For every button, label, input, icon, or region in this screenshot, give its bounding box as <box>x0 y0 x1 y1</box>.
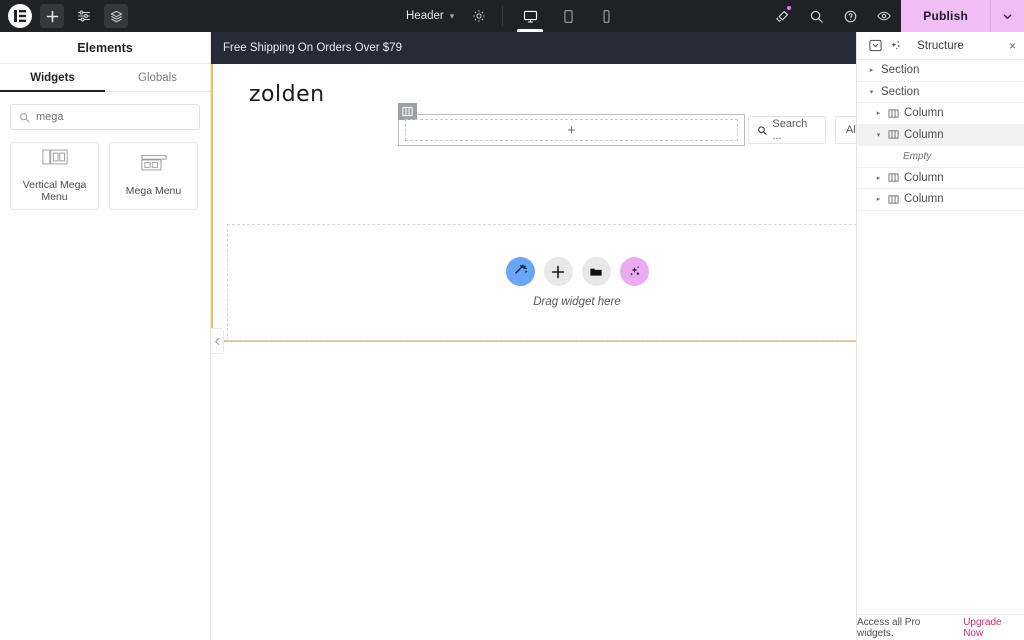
top-toolbar: Header ▾ Publish <box>0 0 1024 32</box>
widget-results: Vertical Mega Menu Mega Menu <box>0 130 210 210</box>
elements-panel: Elements Widgets Globals mega Vertical M… <box>0 32 211 640</box>
panel-collapse-chevron-left-icon[interactable] <box>211 328 224 354</box>
site-search-placeholder: Search ... <box>772 118 808 142</box>
tree-row-column-selected[interactable]: ▾ Column <box>857 124 1024 146</box>
widget-dropzone[interactable]: Drag widget here <box>227 224 927 341</box>
site-logo[interactable]: zolden <box>249 82 325 107</box>
publish-options-chevron-down-icon[interactable] <box>990 0 1024 32</box>
widget-card-vertical-mega-menu[interactable]: Vertical Mega Menu <box>10 142 99 210</box>
structure-panel-header: Structure × <box>857 32 1024 60</box>
search-input[interactable]: mega <box>10 104 200 130</box>
tree-row-label: Section <box>881 64 920 77</box>
chevron-right-icon[interactable]: ▸ <box>874 195 883 203</box>
chevron-down-icon[interactable]: ▾ <box>874 131 883 139</box>
column-icon[interactable] <box>398 103 417 120</box>
widget-card-label: Mega Menu <box>125 185 182 198</box>
notification-badge <box>786 5 793 11</box>
vertical-mega-menu-icon <box>41 148 68 171</box>
publish-group: Publish <box>901 0 1024 32</box>
tree-row-section[interactable]: ▸ Section <box>857 60 1024 82</box>
chevron-right-icon[interactable]: ▸ <box>874 109 883 117</box>
search-icon <box>20 112 30 122</box>
tree-row-column[interactable]: ▸ Column <box>857 189 1024 211</box>
column-icon <box>888 194 899 205</box>
structure-panel: Structure × ▸ Section ▾ Section ▸ Column… <box>856 32 1024 640</box>
column-add-widget-area[interactable]: + <box>405 119 738 141</box>
dropzone-label: Drag widget here <box>533 296 621 308</box>
toolbar-center-group: Header ▾ <box>396 0 625 32</box>
device-mode-group <box>511 0 625 32</box>
plus-icon: + <box>567 121 576 139</box>
mega-menu-icon <box>140 154 167 177</box>
tree-row-label: Column <box>904 171 944 184</box>
upgrade-now-link[interactable]: Upgrade Now <box>963 617 1024 639</box>
ai-button[interactable] <box>619 257 649 286</box>
close-icon[interactable]: × <box>1009 39 1016 53</box>
announcement-text: Free Shipping On Orders Over $79 <box>223 42 402 54</box>
column-icon <box>888 108 899 119</box>
device-desktop-button[interactable] <box>511 0 549 32</box>
magic-wand-button[interactable] <box>505 257 535 286</box>
megaphone-icon[interactable] <box>765 0 799 32</box>
widget-card-label: Vertical Mega Menu <box>22 179 87 203</box>
pro-upgrade-text: Access all Pro widgets. <box>857 616 921 639</box>
widget-card-mega-menu[interactable]: Mega Menu <box>109 142 198 210</box>
tree-row-label: Column <box>904 107 944 120</box>
panel-title: Elements <box>0 32 210 64</box>
add-element-button[interactable] <box>40 4 64 28</box>
tree-row-label: Column <box>904 128 944 141</box>
panel-tabs: Widgets Globals <box>0 64 210 92</box>
document-type-selector[interactable]: Header ▾ <box>396 0 464 32</box>
pro-upgrade-footer: Access all Pro widgets. Upgrade Now <box>857 614 1024 640</box>
device-mobile-button[interactable] <box>587 0 625 32</box>
tree-row-section[interactable]: ▾ Section <box>857 82 1024 103</box>
column-icon <box>888 172 899 183</box>
tree-row-empty: Empty <box>857 146 1024 168</box>
chevron-right-icon[interactable]: ▸ <box>867 66 876 74</box>
search-input-value: mega <box>36 111 64 123</box>
elementor-editor: Header ▾ Publish Elements Widgets Global… <box>0 0 1024 640</box>
selected-empty-column[interactable]: + <box>398 103 745 146</box>
chevron-right-icon[interactable]: ▸ <box>874 174 883 182</box>
structure-tree: ▸ Section ▾ Section ▸ Column ▾ Column Em… <box>857 60 1024 614</box>
tree-row-column[interactable]: ▸ Column <box>857 168 1024 189</box>
tab-globals[interactable]: Globals <box>105 64 210 91</box>
tree-row-column[interactable]: ▸ Column <box>857 103 1024 125</box>
tree-row-label: Section <box>881 85 920 98</box>
column-icon <box>888 129 899 140</box>
ai-sparkle-icon[interactable] <box>885 39 905 52</box>
toolbar-divider <box>502 6 504 26</box>
preview-eye-icon[interactable] <box>867 0 901 32</box>
document-settings-button[interactable] <box>464 0 494 32</box>
site-search-input[interactable]: Search ... <box>748 116 826 144</box>
device-tablet-button[interactable] <box>549 0 587 32</box>
help-icon[interactable] <box>833 0 867 32</box>
chevron-down-icon: ▾ <box>449 10 455 21</box>
elementor-logo-icon[interactable] <box>8 4 32 28</box>
search-icon <box>758 125 767 135</box>
document-type-label: Header <box>406 10 444 22</box>
publish-button[interactable]: Publish <box>901 0 990 32</box>
structure-layers-button[interactable] <box>104 4 128 28</box>
dropzone-actions <box>505 257 649 286</box>
widget-search-wrap: mega <box>0 92 210 130</box>
add-widget-button[interactable] <box>543 257 573 286</box>
finder-search-icon[interactable] <box>799 0 833 32</box>
collapse-all-icon[interactable] <box>865 39 885 52</box>
tree-row-label: Column <box>904 193 944 206</box>
site-settings-button[interactable] <box>72 4 96 28</box>
toolbar-right-group: Publish <box>765 0 1024 32</box>
chevron-down-icon[interactable]: ▾ <box>867 88 876 96</box>
tab-widgets[interactable]: Widgets <box>0 64 105 92</box>
toolbar-left-group <box>0 0 128 32</box>
template-folder-button[interactable] <box>581 257 611 286</box>
